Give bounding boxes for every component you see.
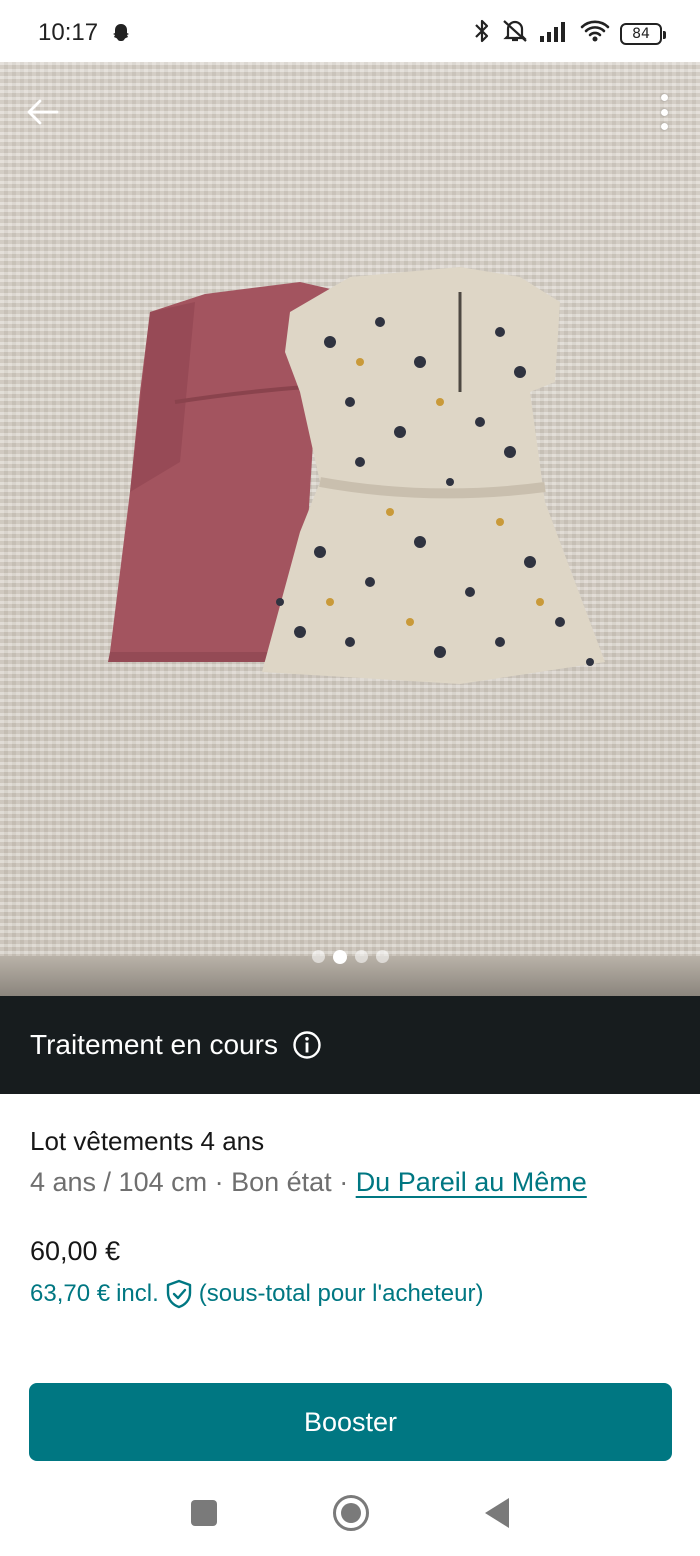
item-photo[interactable] <box>0 62 700 996</box>
wifi-icon <box>580 19 610 48</box>
meta-separator: · <box>207 1167 232 1197</box>
clothes-photo-illustration <box>108 267 605 684</box>
back-icon[interactable] <box>485 1498 509 1528</box>
pagination-dot[interactable] <box>311 950 325 963</box>
meta-separator: · <box>331 1167 356 1197</box>
system-nav-bar <box>0 1470 700 1556</box>
buyer-price-line[interactable]: 63,70 € incl. (sous-total pour l'acheteu… <box>30 1279 670 1309</box>
image-pagination <box>0 950 700 964</box>
booster-button[interactable]: Booster <box>29 1383 672 1461</box>
pagination-dot-active[interactable] <box>332 950 347 964</box>
status-time: 10:17 <box>38 19 99 46</box>
processing-status: Traitement en cours <box>30 1029 278 1060</box>
item-details: Lot vêtements 4 ans 4 ans / 104 cm · Bon… <box>30 1126 670 1309</box>
more-vertical-icon[interactable] <box>652 92 676 132</box>
buyer-protection-shield-icon <box>165 1279 193 1309</box>
status-icons: 84 <box>474 18 666 49</box>
buyer-note: (sous-total pour l'acheteur) <box>198 1280 484 1307</box>
bluetooth-icon <box>474 18 490 49</box>
battery-icon: 84 <box>620 22 666 45</box>
recents-icon[interactable] <box>191 1500 217 1526</box>
mute-icon <box>500 18 530 49</box>
pagination-dot[interactable] <box>375 950 389 963</box>
item-price: 60,00 € <box>30 1236 121 1266</box>
brand-link[interactable]: Du Pareil au Même <box>356 1167 587 1197</box>
home-icon[interactable] <box>333 1495 369 1531</box>
item-title: Lot vêtements 4 ans <box>30 1126 265 1156</box>
signal-icon <box>540 20 570 47</box>
incl-label: incl. <box>116 1280 159 1307</box>
item-size: 4 ans / 104 cm <box>30 1167 208 1197</box>
snapchat-ghost-icon <box>110 22 132 49</box>
info-icon[interactable] <box>292 1030 322 1060</box>
item-condition: Bon état <box>231 1167 332 1197</box>
pagination-dot[interactable] <box>354 950 368 963</box>
processing-banner: Traitement en cours <box>0 996 700 1094</box>
status-bar: 10:17 84 <box>0 0 700 64</box>
buyer-price: 63,70 € <box>30 1280 111 1307</box>
item-meta: 4 ans / 104 cm · Bon état · Du Pareil au… <box>30 1167 670 1198</box>
back-arrow-icon[interactable] <box>22 92 62 132</box>
